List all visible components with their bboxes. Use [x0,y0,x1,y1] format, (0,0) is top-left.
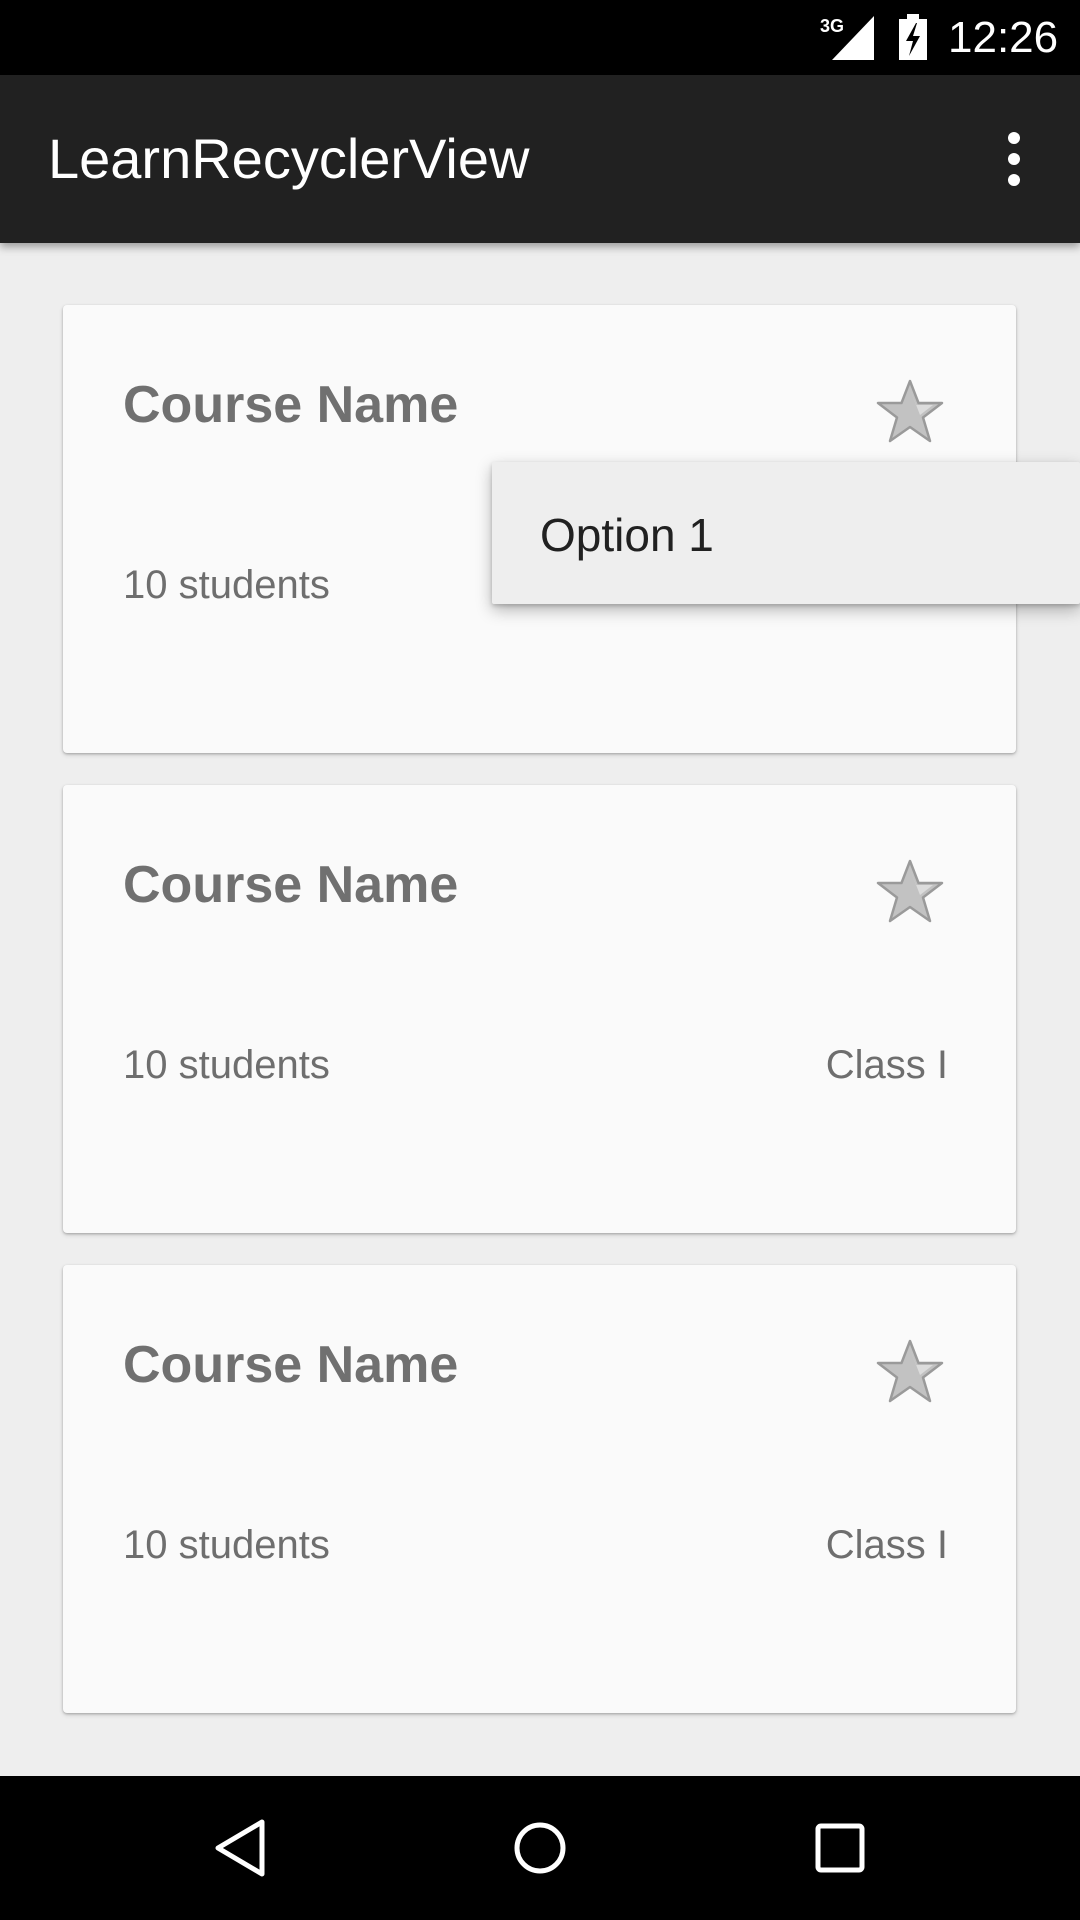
status-bar: 3G 12:26 [0,0,1080,75]
status-time: 12:26 [948,13,1059,62]
menu-item-option-1[interactable]: Option 1 [492,462,1080,604]
star-icon[interactable] [875,379,945,445]
recents-icon[interactable] [804,1812,876,1884]
course-card[interactable]: Course Name 10 students Class I [63,785,1016,1233]
app-bar: LearnRecyclerView [0,75,1080,243]
home-icon[interactable] [504,1812,576,1884]
app-title: LearnRecyclerView [48,127,530,190]
popup-menu: Option 1 [492,462,1080,604]
network-type-label: 3G [820,16,844,36]
class-label: Class I [825,1523,948,1567]
overflow-dot [1008,132,1020,144]
student-count: 10 students [123,1523,330,1567]
star-icon[interactable] [875,859,945,925]
signal-3g-icon: 3G [820,16,874,60]
more-vert-icon[interactable] [984,119,1044,199]
overflow-dot [1008,174,1020,186]
course-card[interactable]: Course Name 10 students Class I [63,1265,1016,1713]
overflow-dot [1008,153,1020,165]
course-name: Course Name [123,856,459,914]
battery-charging-icon [899,14,927,60]
menu-item-label: Option 1 [540,509,714,561]
student-count: 10 students [123,563,330,607]
course-name: Course Name [123,376,459,434]
course-name: Course Name [123,1336,459,1394]
class-label: Class I [825,1043,948,1087]
star-icon[interactable] [875,1339,945,1405]
navigation-bar [0,1776,1080,1920]
student-count: 10 students [123,1043,330,1087]
back-icon[interactable] [204,1812,276,1884]
